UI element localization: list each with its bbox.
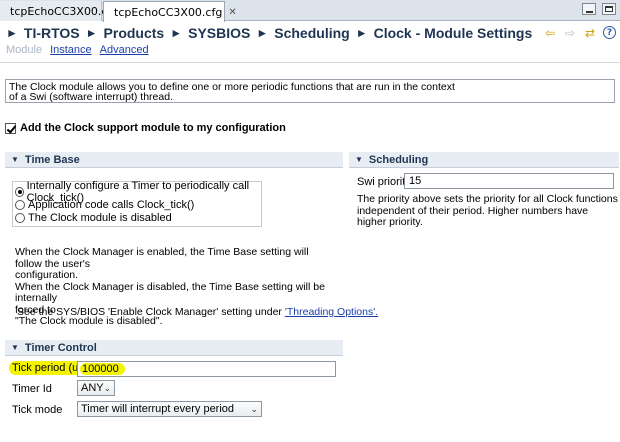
instance-view-link[interactable]: Instance (50, 44, 92, 56)
timer-id-value: ANY (81, 382, 104, 394)
scheduling-header[interactable]: ▼ Scheduling (349, 152, 619, 168)
advanced-view-link[interactable]: Advanced (100, 44, 149, 56)
collapse-triangle-icon: ▼ (11, 155, 19, 164)
minimize-icon[interactable] (582, 3, 596, 15)
collapse-triangle-icon: ▼ (355, 155, 363, 164)
breadcrumb: ► TI-RTOS ► Products ► SYSBIOS ► Schedul… (0, 22, 620, 44)
help-icon[interactable]: ? (603, 26, 616, 39)
breadcrumb-item[interactable]: TI-RTOS (24, 25, 80, 41)
maximize-icon[interactable] (602, 3, 616, 15)
time-base-radio-group: Internally configure a Timer to periodic… (12, 180, 262, 227)
radio-disabled[interactable]: The Clock module is disabled (15, 211, 259, 224)
note-line: When the Clock Manager is disabled, the … (15, 280, 325, 304)
section-title: Scheduling (368, 153, 429, 166)
close-icon[interactable]: ✕ (228, 7, 236, 18)
forward-arrow-icon[interactable]: ⇨ (563, 26, 577, 40)
chevron-right-icon: ► (170, 26, 183, 40)
nav-toolbar: ⇦ ⇨ ⇄ ? (543, 26, 616, 40)
breadcrumb-item[interactable]: Products (104, 25, 165, 41)
timer-control-header[interactable]: ▼ Timer Control (5, 340, 343, 356)
swi-priority-label: Swi priority (357, 176, 411, 188)
tick-mode-select[interactable]: Timer will interrupt every period ⌄ (77, 401, 262, 417)
breadcrumb-item[interactable]: SYSBIOS (188, 25, 250, 41)
radio-button[interactable] (15, 186, 24, 197)
chevron-down-icon: ⌄ (103, 382, 112, 393)
time-base-header[interactable]: ▼ Time Base (5, 152, 343, 168)
chevron-right-icon: ► (256, 26, 269, 40)
see-text: See the SYS/BIOS 'Enable Clock Manager' … (17, 306, 282, 318)
tick-mode-value: Timer will interrupt every period (81, 403, 235, 415)
tab-cfg-file[interactable]: tcpEchoCC3X00.cfg ✕ (103, 1, 237, 22)
tick-mode-label: Tick mode (12, 404, 63, 416)
radio-internal-timer[interactable]: Internally configure a Timer to periodic… (15, 180, 259, 204)
add-module-label: Add the Clock support module to my confi… (20, 122, 286, 134)
view-links: Module Instance Advanced (6, 44, 149, 56)
chevron-right-icon: ► (6, 26, 18, 40)
editor-tab-bar: c tcpEchoCC3X00.c ✕ tcpEchoCC3X00.cfg ✕ (0, 0, 620, 22)
tick-period-input[interactable]: 100000 (77, 361, 336, 377)
radio-button[interactable] (15, 212, 25, 223)
clock-manager-see-also: See the SYS/BIOS 'Enable Clock Manager' … (17, 306, 378, 318)
timer-id-select[interactable]: ANY ⌄ (77, 380, 115, 396)
breadcrumb-item[interactable]: Scheduling (274, 25, 349, 41)
chevron-right-icon: ► (355, 26, 368, 40)
tab-label: tcpEchoCC3X00.cfg (114, 5, 223, 19)
add-module-checkbox[interactable] (5, 122, 16, 134)
note-line: independent of their period. Higher numb… (357, 204, 589, 228)
note-line: The priority above sets the priority for… (357, 193, 618, 205)
chevron-down-icon: ⌄ (250, 403, 258, 414)
chevron-right-icon: ► (85, 26, 98, 40)
window-controls (582, 3, 616, 15)
note-line: configuration. (15, 269, 79, 281)
breadcrumb-item-current: Clock - Module Settings (373, 25, 533, 41)
threading-options-link[interactable]: 'Threading Options'. (285, 306, 378, 318)
collapse-triangle-icon: ▼ (11, 343, 19, 352)
sync-icon[interactable]: ⇄ (583, 26, 597, 40)
scheduling-note: The priority above sets the priority for… (357, 193, 619, 229)
add-module-row: Add the Clock support module to my confi… (5, 122, 286, 134)
description-line: of a Swi (software interrupt) thread. (9, 91, 173, 103)
section-title: Time Base (24, 153, 80, 166)
section-title: Timer Control (24, 341, 97, 354)
tab-c-file[interactable]: c tcpEchoCC3X00.c ✕ (0, 1, 122, 21)
tab-label: tcpEchoCC3X00.c (10, 4, 108, 18)
module-view-link: Module (6, 44, 43, 56)
divider (0, 62, 620, 63)
timer-id-label: Timer Id (12, 383, 52, 395)
module-description: The Clock module allows you to define on… (5, 79, 615, 103)
tick-period-value: 100000 (80, 363, 125, 375)
note-line: When the Clock Manager is enabled, the T… (15, 246, 309, 270)
back-arrow-icon[interactable]: ⇦ (543, 26, 557, 40)
swi-priority-input[interactable]: 15 (404, 173, 614, 189)
radio-label: The Clock module is disabled (28, 211, 172, 224)
radio-label: Application code calls Clock_tick() (28, 198, 195, 211)
radio-button[interactable] (15, 199, 25, 210)
